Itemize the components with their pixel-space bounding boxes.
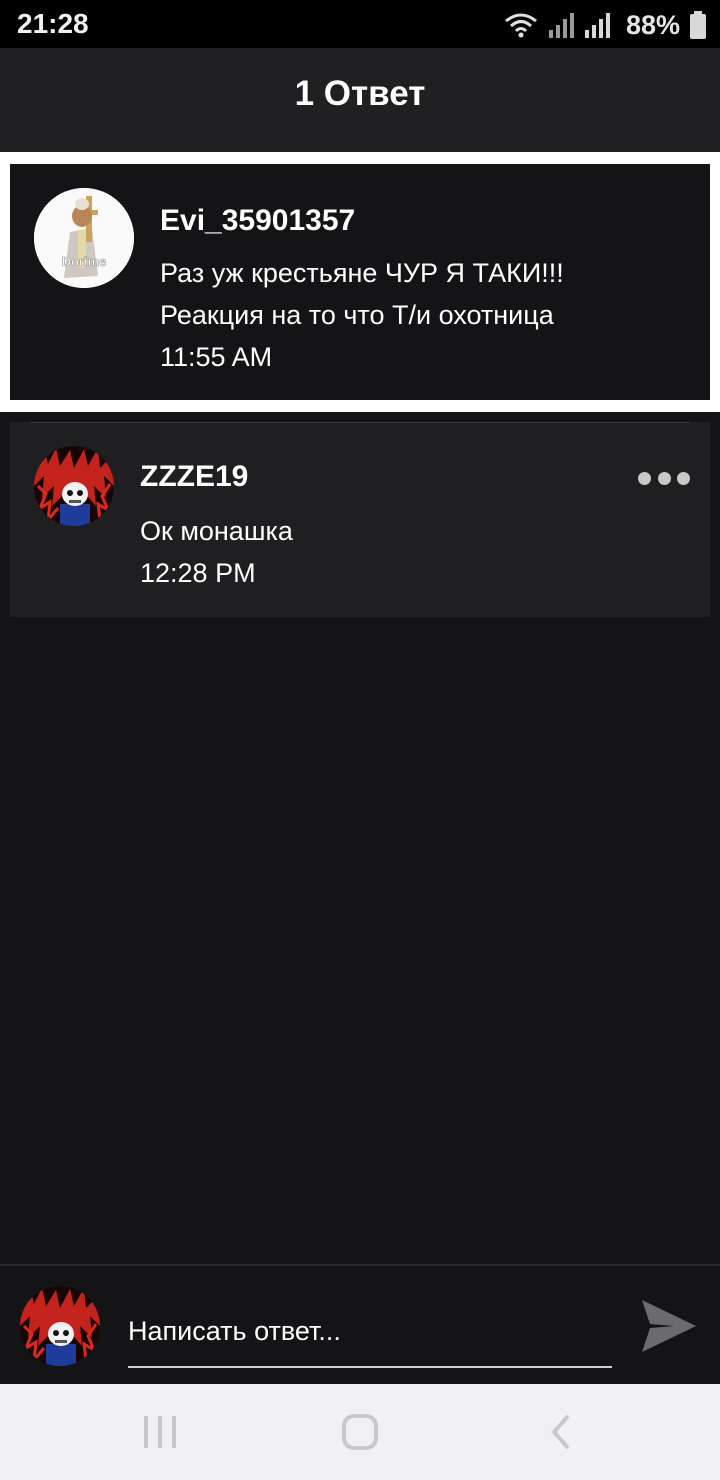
more-options-button[interactable] — [638, 470, 690, 486]
header: 1 Ответ — [0, 48, 720, 152]
more-icon — [677, 471, 690, 485]
reply-input[interactable] — [128, 1296, 612, 1368]
send-button[interactable] — [640, 1298, 698, 1354]
reply-username[interactable]: ZZZE19 — [140, 460, 248, 494]
parent-message-line-1: Раз уж крестьяне ЧУР Я ТАКИ!!! — [160, 258, 564, 288]
more-icon — [638, 471, 651, 485]
reply-timestamp: 12:28 PM — [140, 558, 256, 588]
recents-icon[interactable] — [140, 1410, 180, 1454]
send-icon — [642, 1300, 696, 1352]
parent-timestamp: 11:55 AM — [160, 342, 273, 372]
skull-avatar-image — [34, 446, 114, 526]
page-title: 1 Ответ — [294, 74, 426, 113]
avatar[interactable]: Dorime — [34, 188, 134, 288]
avatar-caption: Dorime — [62, 254, 107, 269]
wifi-icon — [505, 13, 537, 38]
status-icons: 88% — [504, 8, 706, 42]
status-bar: 21:28 88% — [0, 0, 720, 48]
battery-icon — [690, 11, 706, 39]
parent-username[interactable]: Evi_35901357 — [160, 204, 355, 238]
reply-composer — [0, 1264, 720, 1386]
system-nav-bar — [0, 1384, 720, 1480]
divider — [30, 422, 690, 423]
signal-icon — [548, 13, 574, 38]
battery-percent: 88% — [625, 9, 680, 40]
home-icon[interactable] — [338, 1410, 382, 1454]
signal-icon — [584, 13, 610, 38]
parent-comment-frame: Dorime Evi_35901357 Раз уж крестьяне ЧУР… — [0, 152, 720, 412]
more-icon — [657, 471, 671, 485]
skull-avatar-image — [20, 1286, 100, 1366]
parent-message-line-2: Реакция на то что Т/и охотница — [160, 300, 554, 330]
reply-comment: ZZZE19 Ок монашка 12:28 PM — [10, 422, 710, 617]
reply-message: Ок монашка — [140, 516, 293, 546]
parent-comment: Dorime Evi_35901357 Раз уж крестьяне ЧУР… — [10, 164, 710, 400]
avatar — [20, 1286, 100, 1366]
avatar[interactable] — [34, 446, 114, 526]
status-time: 21:28 — [17, 8, 89, 39]
back-icon[interactable] — [546, 1410, 578, 1454]
hamster-avatar-image: Dorime — [34, 188, 134, 288]
